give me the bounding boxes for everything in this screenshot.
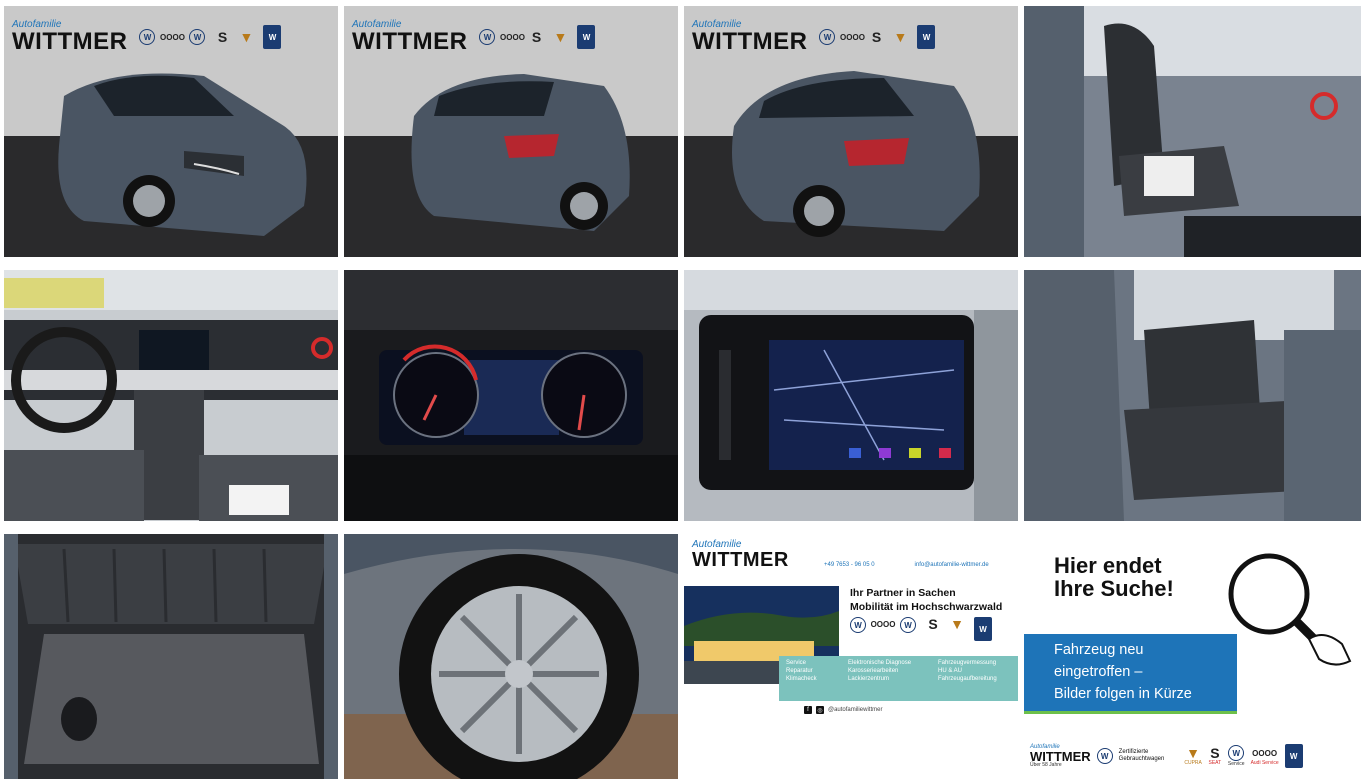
photo-trunk[interactable]: [4, 534, 338, 779]
placeholder-footer: Autofamilie WITTMER Über 58 Jahre W Zert…: [1030, 739, 1355, 773]
coming-soon-box: Fahrzeug neu eingetroffen – Bilder folge…: [1024, 634, 1237, 714]
ad-services-col1: Service Reparatur Klimacheck: [786, 660, 817, 682]
wittmer-logo: Autofamilie WITTMER: [12, 20, 127, 54]
footer-wittmer-logo: Autofamilie WITTMER Über 58 Jahre: [1030, 744, 1091, 768]
photo-interior-front-seats[interactable]: [1024, 6, 1361, 257]
photos-coming-soon-placeholder[interactable]: Hier endet Ihre Suche! Fahrzeug neu eing…: [1024, 534, 1361, 779]
vw-certified-icon: W: [974, 617, 992, 641]
ad-logo-big-text: WITTMER: [692, 549, 789, 571]
seat-logo-icon: S: [871, 29, 882, 45]
audi-rings-icon: OOOO Audi Service: [1250, 748, 1279, 767]
cupra-logo-icon: ▼: [893, 29, 908, 45]
ad-partner-text: Ihr Partner in Sachen Mobilität im Hochs…: [850, 587, 1003, 613]
audi-rings-icon: OOOO: [840, 32, 865, 42]
footer-audi-label: Audi Service: [1250, 760, 1279, 766]
dealer-advertisement[interactable]: Autofamilie WITTMER +49 7653 - 96 05 0 i…: [684, 534, 1018, 779]
dashboard-image: [4, 270, 338, 521]
rear-seats-image: [1024, 270, 1361, 521]
cupra-logo-icon: ▼: [553, 29, 568, 45]
audi-rings-icon: OOOO: [870, 619, 896, 629]
photo-digital-cockpit[interactable]: [344, 270, 678, 521]
dealer-header: Autofamilie WITTMER W OOOO W S ▼ W: [4, 6, 338, 68]
cupra-logo-icon: ▼: [239, 29, 254, 45]
photo-exterior-rear-right[interactable]: Autofamilie WITTMER W OOOO S ▼ W: [684, 6, 1018, 257]
wheel-image: [344, 534, 678, 779]
seat-logo-icon: S: [531, 29, 542, 45]
vw-certified-icon: W: [577, 25, 596, 49]
dealer-header: Autofamilie WITTMER W OOOO S ▼ W: [684, 6, 1018, 68]
vw-logo-icon: W: [850, 617, 866, 641]
dealer-header: Autofamilie WITTMER W OOOO S ▼ W: [344, 6, 678, 68]
vw-certified-icon: W: [263, 25, 282, 49]
logo-big-text: WITTMER: [692, 28, 808, 55]
wittmer-logo: Autofamilie WITTMER: [692, 20, 807, 54]
photo-infotainment-screen[interactable]: [684, 270, 1018, 521]
footer-cupra-label: CUPRA: [1184, 760, 1202, 766]
instagram-icon: ◎: [816, 706, 824, 714]
vw-commercial-logo-icon: W: [189, 29, 206, 45]
ad-services-col2: Elektronische Diagnose Karosseriearbeite…: [848, 660, 912, 682]
cupra-logo-icon: ▼: [950, 616, 964, 632]
cupra-logo-icon: ▼ CUPRA: [1184, 745, 1202, 766]
ad-services-box: Service Reparatur Klimacheck Elektronisc…: [779, 656, 1018, 701]
photo-exterior-rear-left[interactable]: Autofamilie WITTMER W OOOO S ▼ W: [344, 6, 678, 257]
photo-dashboard-overview[interactable]: [4, 270, 338, 521]
ad-brand-logos: W OOOO W S ▼ W: [850, 616, 992, 641]
certified-used-cars-label: Zertifizierte Gebrauchtwagen: [1118, 748, 1165, 762]
cockpit-image: [344, 270, 678, 521]
seat-logo-icon: S: [928, 616, 938, 632]
ad-social: f ◎ @autofamiliewittmer: [804, 706, 882, 714]
vw-commercial-logo-icon: W Service: [1228, 745, 1245, 767]
vw-certified-icon: W: [1284, 744, 1303, 768]
photo-exterior-front-left[interactable]: Autofamilie WITTMER W OOOO W S ▼ W: [4, 6, 338, 257]
ad-wittmer-logo: Autofamilie WITTMER: [692, 540, 789, 571]
vw-logo-icon: W: [1096, 748, 1113, 764]
brand-logos: W OOOO S ▼ W: [819, 25, 936, 49]
seat-logo-icon: S: [217, 29, 228, 45]
seat-logo-icon: S SEAT: [1208, 745, 1222, 766]
ad-social-handle: @autofamiliewittmer: [828, 707, 883, 713]
trunk-image: [4, 534, 338, 779]
front-seats-image: [1024, 6, 1361, 257]
footer-seat-label: SEAT: [1208, 760, 1222, 766]
ad-services-col3: Fahrzeugvermessung HU & AU Fahrzeugaufbe…: [938, 660, 997, 682]
ad-email: info@autofamilie-wittmer.de: [914, 562, 989, 568]
photo-gallery-grid: Autofamilie WITTMER W OOOO W S ▼ W Autof…: [4, 6, 1361, 779]
logo-big-text: WITTMER: [352, 28, 468, 55]
magnifier-hand-icon: [1228, 553, 1352, 666]
infotainment-image: [684, 270, 1018, 521]
logo-big-text: WITTMER: [12, 28, 128, 55]
brand-logos: W OOOO S ▼ W: [479, 25, 596, 49]
vw-logo-icon: W: [139, 29, 156, 45]
photo-rear-seats[interactable]: [1024, 270, 1361, 521]
green-accent-bar: [1024, 711, 1237, 714]
audi-rings-icon: OOOO: [160, 32, 185, 42]
brand-logos: W OOOO W S ▼ W: [139, 25, 282, 49]
vw-logo-icon: W: [479, 29, 496, 45]
coming-soon-text: Fahrzeug neu eingetroffen – Bilder folge…: [1054, 642, 1192, 702]
footer-service-label: Service: [1227, 761, 1245, 767]
audi-rings-icon: OOOO: [500, 32, 525, 42]
photo-alloy-wheel[interactable]: [344, 534, 678, 779]
vw-commercial-logo-icon: W: [900, 617, 916, 641]
footer-tagline: Über 58 Jahre: [1030, 762, 1062, 768]
placeholder-headline: Hier endet Ihre Suche!: [1054, 553, 1174, 602]
wittmer-logo: Autofamilie WITTMER: [352, 20, 467, 54]
vw-certified-icon: W: [917, 25, 936, 49]
ad-phone: +49 7653 - 96 05 0: [824, 562, 875, 568]
facebook-icon: f: [804, 706, 812, 714]
ad-contact: +49 7653 - 96 05 0 info@autofamilie-witt…: [824, 562, 989, 568]
vw-logo-icon: W: [819, 29, 836, 45]
